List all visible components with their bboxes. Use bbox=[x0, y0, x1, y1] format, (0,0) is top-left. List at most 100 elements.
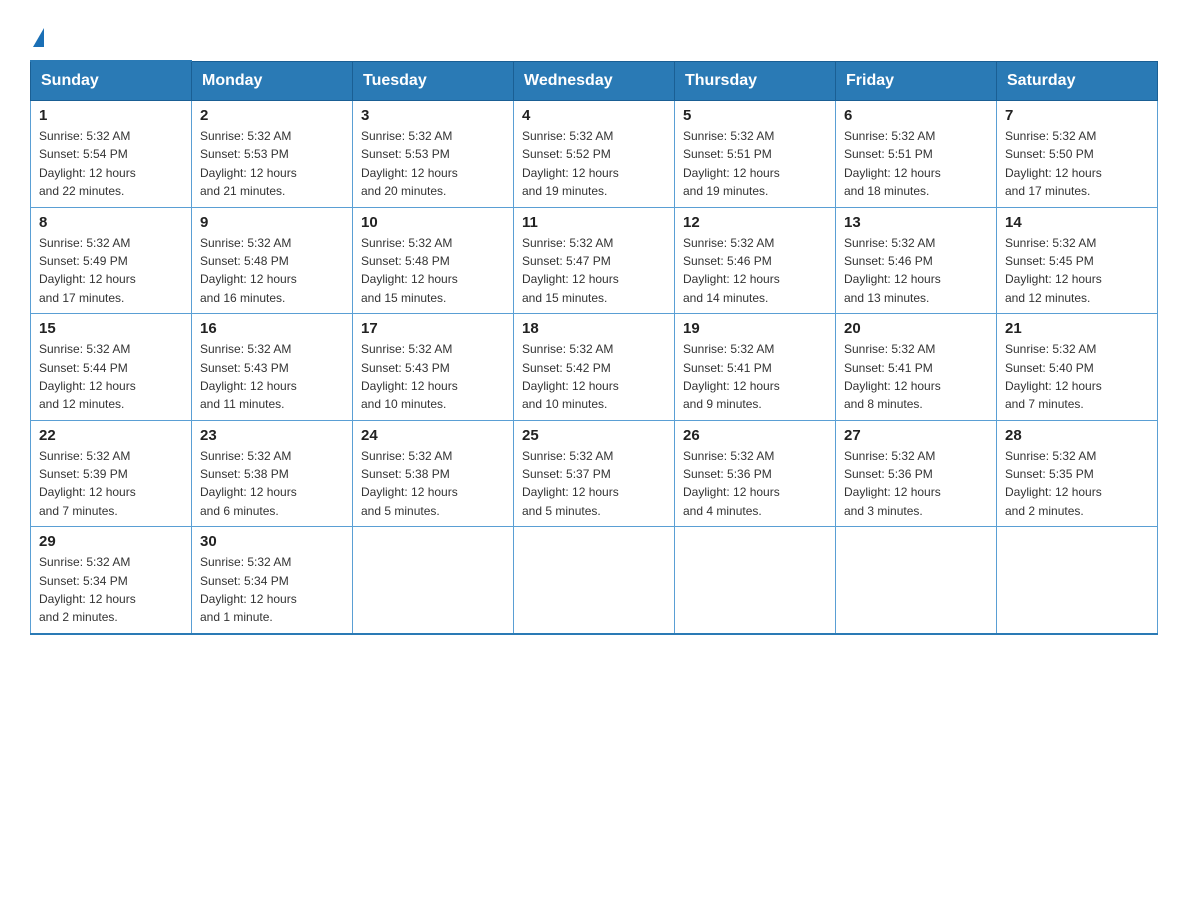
calendar-day-cell bbox=[675, 527, 836, 634]
calendar-day-cell: 22 Sunrise: 5:32 AMSunset: 5:39 PMDaylig… bbox=[31, 420, 192, 527]
calendar-day-cell: 16 Sunrise: 5:32 AMSunset: 5:43 PMDaylig… bbox=[192, 314, 353, 421]
day-of-week-header: Monday bbox=[192, 61, 353, 101]
calendar-day-cell: 19 Sunrise: 5:32 AMSunset: 5:41 PMDaylig… bbox=[675, 314, 836, 421]
day-of-week-header: Thursday bbox=[675, 61, 836, 101]
day-info: Sunrise: 5:32 AMSunset: 5:41 PMDaylight:… bbox=[844, 342, 941, 411]
calendar-day-cell: 3 Sunrise: 5:32 AMSunset: 5:53 PMDayligh… bbox=[353, 101, 514, 208]
day-number: 23 bbox=[200, 427, 344, 444]
day-info: Sunrise: 5:32 AMSunset: 5:53 PMDaylight:… bbox=[200, 129, 297, 198]
day-info: Sunrise: 5:32 AMSunset: 5:35 PMDaylight:… bbox=[1005, 449, 1102, 518]
day-info: Sunrise: 5:32 AMSunset: 5:45 PMDaylight:… bbox=[1005, 236, 1102, 305]
calendar-table: SundayMondayTuesdayWednesdayThursdayFrid… bbox=[30, 60, 1158, 635]
day-info: Sunrise: 5:32 AMSunset: 5:46 PMDaylight:… bbox=[683, 236, 780, 305]
day-info: Sunrise: 5:32 AMSunset: 5:34 PMDaylight:… bbox=[39, 555, 136, 624]
calendar-day-cell: 20 Sunrise: 5:32 AMSunset: 5:41 PMDaylig… bbox=[836, 314, 997, 421]
calendar-day-cell: 27 Sunrise: 5:32 AMSunset: 5:36 PMDaylig… bbox=[836, 420, 997, 527]
day-info: Sunrise: 5:32 AMSunset: 5:47 PMDaylight:… bbox=[522, 236, 619, 305]
day-info: Sunrise: 5:32 AMSunset: 5:44 PMDaylight:… bbox=[39, 342, 136, 411]
day-of-week-header: Saturday bbox=[997, 61, 1158, 101]
day-number: 3 bbox=[361, 107, 505, 124]
calendar-day-cell: 4 Sunrise: 5:32 AMSunset: 5:52 PMDayligh… bbox=[514, 101, 675, 208]
day-number: 18 bbox=[522, 320, 666, 337]
day-info: Sunrise: 5:32 AMSunset: 5:48 PMDaylight:… bbox=[361, 236, 458, 305]
calendar-week-row: 29 Sunrise: 5:32 AMSunset: 5:34 PMDaylig… bbox=[31, 527, 1158, 634]
day-number: 9 bbox=[200, 214, 344, 231]
day-info: Sunrise: 5:32 AMSunset: 5:34 PMDaylight:… bbox=[200, 555, 297, 624]
day-number: 16 bbox=[200, 320, 344, 337]
calendar-week-row: 1 Sunrise: 5:32 AMSunset: 5:54 PMDayligh… bbox=[31, 101, 1158, 208]
day-number: 29 bbox=[39, 533, 183, 550]
day-info: Sunrise: 5:32 AMSunset: 5:51 PMDaylight:… bbox=[683, 129, 780, 198]
logo-triangle-icon bbox=[33, 28, 44, 47]
calendar-week-row: 8 Sunrise: 5:32 AMSunset: 5:49 PMDayligh… bbox=[31, 207, 1158, 314]
day-of-week-header: Tuesday bbox=[353, 61, 514, 101]
day-number: 25 bbox=[522, 427, 666, 444]
calendar-week-row: 15 Sunrise: 5:32 AMSunset: 5:44 PMDaylig… bbox=[31, 314, 1158, 421]
calendar-week-row: 22 Sunrise: 5:32 AMSunset: 5:39 PMDaylig… bbox=[31, 420, 1158, 527]
calendar-day-cell bbox=[353, 527, 514, 634]
page-header bbox=[30, 20, 1158, 50]
calendar-day-cell: 6 Sunrise: 5:32 AMSunset: 5:51 PMDayligh… bbox=[836, 101, 997, 208]
calendar-day-cell: 26 Sunrise: 5:32 AMSunset: 5:36 PMDaylig… bbox=[675, 420, 836, 527]
calendar-day-cell: 29 Sunrise: 5:32 AMSunset: 5:34 PMDaylig… bbox=[31, 527, 192, 634]
day-info: Sunrise: 5:32 AMSunset: 5:36 PMDaylight:… bbox=[844, 449, 941, 518]
day-number: 10 bbox=[361, 214, 505, 231]
day-number: 28 bbox=[1005, 427, 1149, 444]
calendar-day-cell: 17 Sunrise: 5:32 AMSunset: 5:43 PMDaylig… bbox=[353, 314, 514, 421]
calendar-day-cell bbox=[997, 527, 1158, 634]
calendar-day-cell: 9 Sunrise: 5:32 AMSunset: 5:48 PMDayligh… bbox=[192, 207, 353, 314]
day-of-week-header: Wednesday bbox=[514, 61, 675, 101]
day-number: 15 bbox=[39, 320, 183, 337]
calendar-day-cell: 10 Sunrise: 5:32 AMSunset: 5:48 PMDaylig… bbox=[353, 207, 514, 314]
day-number: 4 bbox=[522, 107, 666, 124]
day-number: 8 bbox=[39, 214, 183, 231]
calendar-day-cell: 13 Sunrise: 5:32 AMSunset: 5:46 PMDaylig… bbox=[836, 207, 997, 314]
day-number: 6 bbox=[844, 107, 988, 124]
calendar-day-cell: 25 Sunrise: 5:32 AMSunset: 5:37 PMDaylig… bbox=[514, 420, 675, 527]
day-number: 1 bbox=[39, 107, 183, 124]
day-info: Sunrise: 5:32 AMSunset: 5:36 PMDaylight:… bbox=[683, 449, 780, 518]
calendar-day-cell bbox=[514, 527, 675, 634]
day-info: Sunrise: 5:32 AMSunset: 5:43 PMDaylight:… bbox=[200, 342, 297, 411]
day-number: 5 bbox=[683, 107, 827, 124]
day-info: Sunrise: 5:32 AMSunset: 5:46 PMDaylight:… bbox=[844, 236, 941, 305]
calendar-day-cell: 7 Sunrise: 5:32 AMSunset: 5:50 PMDayligh… bbox=[997, 101, 1158, 208]
day-info: Sunrise: 5:32 AMSunset: 5:38 PMDaylight:… bbox=[361, 449, 458, 518]
calendar-day-cell: 21 Sunrise: 5:32 AMSunset: 5:40 PMDaylig… bbox=[997, 314, 1158, 421]
calendar-day-cell: 30 Sunrise: 5:32 AMSunset: 5:34 PMDaylig… bbox=[192, 527, 353, 634]
day-number: 14 bbox=[1005, 214, 1149, 231]
day-number: 19 bbox=[683, 320, 827, 337]
day-of-week-header: Friday bbox=[836, 61, 997, 101]
day-number: 11 bbox=[522, 214, 666, 231]
day-number: 20 bbox=[844, 320, 988, 337]
day-number: 17 bbox=[361, 320, 505, 337]
day-info: Sunrise: 5:32 AMSunset: 5:42 PMDaylight:… bbox=[522, 342, 619, 411]
day-number: 24 bbox=[361, 427, 505, 444]
calendar-day-cell: 1 Sunrise: 5:32 AMSunset: 5:54 PMDayligh… bbox=[31, 101, 192, 208]
day-info: Sunrise: 5:32 AMSunset: 5:37 PMDaylight:… bbox=[522, 449, 619, 518]
day-info: Sunrise: 5:32 AMSunset: 5:43 PMDaylight:… bbox=[361, 342, 458, 411]
day-info: Sunrise: 5:32 AMSunset: 5:50 PMDaylight:… bbox=[1005, 129, 1102, 198]
day-number: 21 bbox=[1005, 320, 1149, 337]
calendar-day-cell: 15 Sunrise: 5:32 AMSunset: 5:44 PMDaylig… bbox=[31, 314, 192, 421]
day-info: Sunrise: 5:32 AMSunset: 5:40 PMDaylight:… bbox=[1005, 342, 1102, 411]
calendar-day-cell: 23 Sunrise: 5:32 AMSunset: 5:38 PMDaylig… bbox=[192, 420, 353, 527]
calendar-day-cell: 5 Sunrise: 5:32 AMSunset: 5:51 PMDayligh… bbox=[675, 101, 836, 208]
day-info: Sunrise: 5:32 AMSunset: 5:49 PMDaylight:… bbox=[39, 236, 136, 305]
day-number: 30 bbox=[200, 533, 344, 550]
day-info: Sunrise: 5:32 AMSunset: 5:38 PMDaylight:… bbox=[200, 449, 297, 518]
day-number: 22 bbox=[39, 427, 183, 444]
day-info: Sunrise: 5:32 AMSunset: 5:51 PMDaylight:… bbox=[844, 129, 941, 198]
day-info: Sunrise: 5:32 AMSunset: 5:52 PMDaylight:… bbox=[522, 129, 619, 198]
day-info: Sunrise: 5:32 AMSunset: 5:54 PMDaylight:… bbox=[39, 129, 136, 198]
day-number: 13 bbox=[844, 214, 988, 231]
calendar-day-cell: 24 Sunrise: 5:32 AMSunset: 5:38 PMDaylig… bbox=[353, 420, 514, 527]
day-number: 7 bbox=[1005, 107, 1149, 124]
day-of-week-header: Sunday bbox=[31, 61, 192, 101]
calendar-day-cell: 18 Sunrise: 5:32 AMSunset: 5:42 PMDaylig… bbox=[514, 314, 675, 421]
day-number: 2 bbox=[200, 107, 344, 124]
calendar-day-cell: 8 Sunrise: 5:32 AMSunset: 5:49 PMDayligh… bbox=[31, 207, 192, 314]
day-info: Sunrise: 5:32 AMSunset: 5:48 PMDaylight:… bbox=[200, 236, 297, 305]
day-info: Sunrise: 5:32 AMSunset: 5:41 PMDaylight:… bbox=[683, 342, 780, 411]
day-number: 12 bbox=[683, 214, 827, 231]
